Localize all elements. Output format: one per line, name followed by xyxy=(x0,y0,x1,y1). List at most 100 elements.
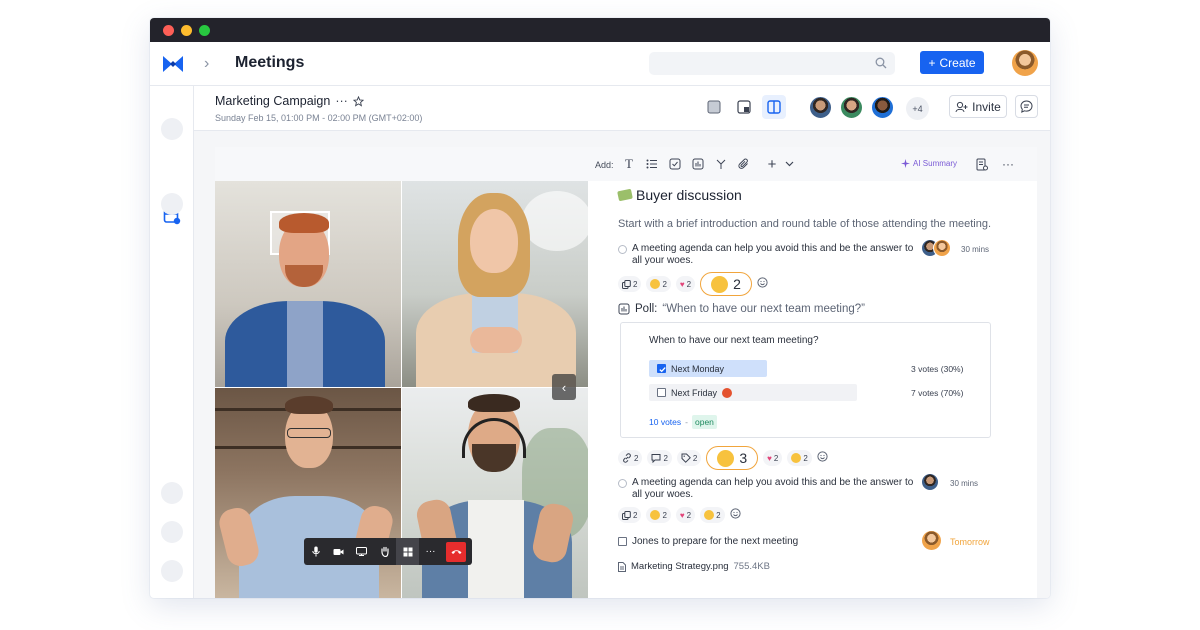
video-tile[interactable] xyxy=(402,388,588,598)
sidebar-item-4[interactable] xyxy=(161,482,183,504)
sidebar-item-6[interactable] xyxy=(161,560,183,582)
file-size: 755.4KB xyxy=(733,561,770,572)
tag-reaction[interactable]: 2 xyxy=(676,450,702,466)
add-block-icon[interactable]: + xyxy=(765,156,779,173)
featured-reaction[interactable]: 3 xyxy=(706,446,759,470)
notes-intro[interactable]: Start with a brief introduction and roun… xyxy=(618,218,991,230)
maximize-window-button[interactable] xyxy=(199,24,210,36)
participant-avatar[interactable] xyxy=(839,95,864,120)
view-split-button[interactable] xyxy=(762,95,786,119)
meeting-workspace: Add: T + AI Summary ··· ‹ ··· Buyer disc… xyxy=(194,131,1050,598)
microphone-icon[interactable] xyxy=(304,538,327,565)
sidebar-item-1[interactable] xyxy=(161,118,183,140)
featured-reaction[interactable]: 2 xyxy=(700,272,752,296)
more-options-icon[interactable]: ··· xyxy=(335,94,348,108)
heart-reaction[interactable]: ♥ 2 xyxy=(675,276,696,292)
participant-avatar[interactable] xyxy=(870,95,895,120)
app-logo-icon[interactable] xyxy=(162,53,184,75)
chevron-right-icon[interactable]: › xyxy=(204,55,209,73)
agenda-radio[interactable] xyxy=(618,245,627,254)
screen-share-icon[interactable] xyxy=(350,538,373,565)
agenda-item[interactable]: A meeting agenda can help you avoid this… xyxy=(618,477,918,500)
list-icon[interactable] xyxy=(645,157,659,171)
agenda-radio[interactable] xyxy=(618,479,627,488)
video-tile[interactable] xyxy=(215,181,401,387)
add-reaction-icon[interactable] xyxy=(757,275,768,293)
page-title: Meetings xyxy=(235,54,305,71)
left-sidebar xyxy=(150,86,194,598)
star-icon[interactable] xyxy=(352,95,364,107)
video-tile[interactable] xyxy=(215,388,401,598)
search-input[interactable] xyxy=(649,52,895,75)
ai-summary-button[interactable]: AI Summary xyxy=(901,159,957,168)
copy-reaction[interactable]: 2 xyxy=(618,507,642,523)
file-attachment[interactable]: Marketing Strategy.png 755.4KB xyxy=(618,561,770,572)
heart-count: 2 xyxy=(773,453,779,463)
checkbox-icon[interactable] xyxy=(668,157,682,171)
file-name: Marketing Strategy.png xyxy=(631,561,729,572)
task-item[interactable]: Jones to prepare for the next meeting xyxy=(618,536,798,547)
more-options-icon[interactable]: ··· xyxy=(1001,157,1015,171)
participant-avatar[interactable] xyxy=(808,95,833,120)
meeting-notes: Buyer discussion Start with a brief intr… xyxy=(588,181,1037,598)
add-reaction-icon[interactable] xyxy=(729,506,741,524)
heart-reaction[interactable]: ♥ 2 xyxy=(763,450,783,466)
poll-option-next-monday[interactable]: Next Monday xyxy=(649,360,767,377)
comment-reaction[interactable]: 2 xyxy=(647,450,672,466)
chevron-down-icon[interactable] xyxy=(782,157,796,171)
text-icon[interactable]: T xyxy=(622,156,636,171)
poll-option-next-friday[interactable]: Next Friday xyxy=(649,384,857,401)
camera-icon[interactable] xyxy=(327,538,350,565)
window-titlebar xyxy=(150,18,1050,42)
video-tile[interactable] xyxy=(402,181,588,387)
hug-reaction[interactable]: 2 xyxy=(646,276,671,292)
heart-reaction[interactable]: ♥ 2 xyxy=(675,507,696,523)
checkbox-unchecked[interactable] xyxy=(657,388,666,397)
meeting-title-row: Marketing Campaign ··· xyxy=(215,94,364,108)
thumb-count: 2 xyxy=(716,510,721,520)
poll-question: When to have our next team meeting? xyxy=(649,335,819,346)
task-checkbox[interactable] xyxy=(618,537,627,546)
checkbox-checked[interactable] xyxy=(657,364,666,373)
thumb-reaction[interactable]: 2 xyxy=(787,450,812,466)
add-reaction-icon[interactable] xyxy=(817,449,828,467)
copy-reaction[interactable]: 2 xyxy=(618,276,642,292)
invite-button[interactable]: Invite xyxy=(949,95,1007,118)
hug-emoji-icon xyxy=(717,449,735,467)
create-button[interactable]: + Create xyxy=(920,51,984,74)
total-votes-link[interactable]: 10 votes xyxy=(649,417,681,427)
raise-hand-icon[interactable] xyxy=(373,538,396,565)
grid-layout-icon[interactable] xyxy=(396,538,419,565)
document-icon[interactable] xyxy=(975,157,989,171)
sidebar-item-5[interactable] xyxy=(161,521,183,543)
more-participants-badge[interactable]: +4 xyxy=(906,97,929,120)
agenda-item[interactable]: A meeting agenda can help you avoid this… xyxy=(618,243,918,266)
reactions-row: 2 2 ♥ 2 2 xyxy=(618,506,741,524)
link-reaction[interactable]: 2 xyxy=(618,450,643,466)
notes-toolbar: Add: T + AI Summary ··· xyxy=(215,147,1037,181)
file-icon xyxy=(618,561,626,572)
poll-option-result: 3 votes (30%) xyxy=(911,364,964,374)
assignee-avatar[interactable] xyxy=(921,473,939,491)
end-call-button[interactable] xyxy=(446,541,466,562)
user-avatar[interactable] xyxy=(1012,50,1038,76)
more-options-icon[interactable]: ··· xyxy=(419,538,442,565)
task-due-date[interactable]: Tomorrow xyxy=(950,537,990,547)
chat-button[interactable] xyxy=(1015,95,1038,118)
sidebar-item-3[interactable] xyxy=(161,193,183,215)
thumb-reaction[interactable]: 2 xyxy=(700,507,725,523)
view-grid-button[interactable] xyxy=(702,95,726,119)
branch-icon[interactable] xyxy=(714,157,728,171)
assignee-avatar[interactable] xyxy=(933,239,951,257)
view-pip-button[interactable] xyxy=(732,95,756,119)
hug-reaction[interactable]: 2 xyxy=(646,507,671,523)
minimize-window-button[interactable] xyxy=(181,24,192,36)
collapse-panel-button[interactable]: ‹ xyxy=(552,374,576,400)
close-window-button[interactable] xyxy=(163,24,174,36)
reactions-row: 2 2 ♥ 2 2 xyxy=(618,272,768,296)
task-assignee-avatar[interactable] xyxy=(922,531,941,550)
attachment-icon[interactable] xyxy=(737,157,751,171)
link-count: 2 xyxy=(634,453,639,463)
poll-icon[interactable] xyxy=(691,157,705,171)
chevron-left-icon: ‹ xyxy=(561,379,567,395)
